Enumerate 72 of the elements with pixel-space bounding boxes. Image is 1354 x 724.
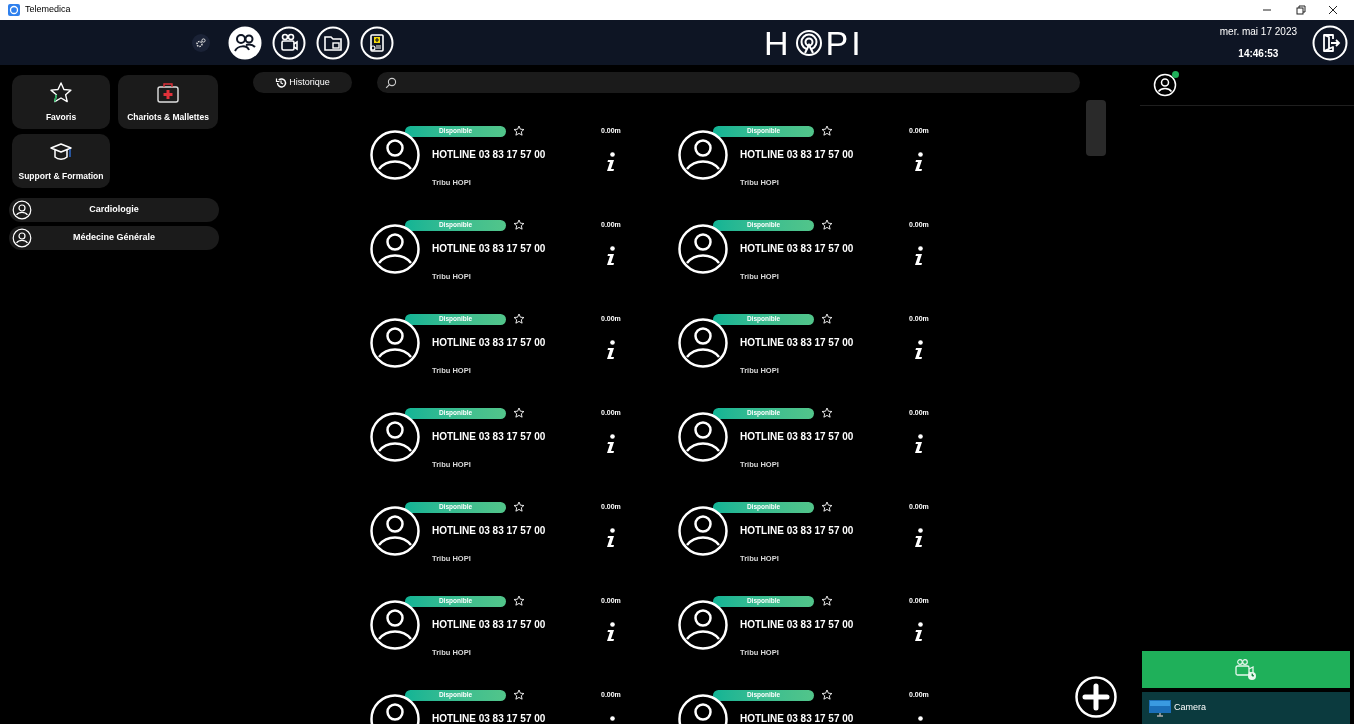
star-icon[interactable] bbox=[821, 689, 833, 701]
star-icon[interactable] bbox=[821, 125, 833, 137]
logout-icon[interactable] bbox=[1312, 24, 1348, 61]
star-icon[interactable] bbox=[821, 595, 833, 607]
restore-icon[interactable] bbox=[1296, 5, 1306, 15]
video-camera-icon[interactable] bbox=[272, 25, 306, 60]
star-icon[interactable] bbox=[821, 313, 833, 325]
sidebar-tile[interactable]: Support & Formation bbox=[12, 134, 110, 188]
star-icon[interactable] bbox=[513, 689, 525, 701]
contact-name: HOTLINE 03 83 17 57 00 bbox=[740, 243, 855, 255]
star-icon[interactable] bbox=[821, 219, 833, 231]
search-field[interactable] bbox=[377, 72, 1080, 93]
contact-name: HOTLINE 03 83 17 57 00 bbox=[432, 713, 547, 724]
user-icon bbox=[12, 200, 32, 220]
avatar-icon bbox=[678, 224, 728, 274]
user-icon bbox=[12, 228, 32, 248]
avatar-icon bbox=[678, 506, 728, 556]
avatar-icon bbox=[370, 224, 420, 274]
date-text: mer. mai 17 2023 bbox=[1219, 25, 1297, 39]
add-button[interactable] bbox=[1075, 676, 1117, 718]
avatar-icon bbox=[370, 318, 420, 368]
video-camera-icon bbox=[1234, 657, 1258, 682]
close-icon[interactable] bbox=[1328, 5, 1338, 15]
star-icon[interactable] bbox=[821, 501, 833, 513]
contact-name: HOTLINE 03 83 17 57 00 bbox=[740, 337, 855, 349]
avatar-icon bbox=[370, 130, 420, 180]
avatar-icon bbox=[678, 600, 728, 650]
group-item[interactable]: Cardiologie bbox=[9, 198, 219, 222]
star-icon[interactable] bbox=[513, 219, 525, 231]
plus-icon bbox=[1075, 676, 1117, 718]
app-icon bbox=[8, 4, 20, 16]
contact-name: HOTLINE 03 83 17 57 00 bbox=[432, 525, 547, 537]
hopi-logo: H PI bbox=[764, 25, 864, 60]
contact-name: HOTLINE 03 83 17 57 00 bbox=[432, 149, 547, 161]
avatar-icon bbox=[370, 600, 420, 650]
monitor-icon bbox=[1149, 699, 1171, 717]
folder-icon[interactable] bbox=[316, 25, 350, 60]
sidebar-tile[interactable]: Chariots & Mallettes bbox=[118, 75, 218, 129]
star-icon[interactable] bbox=[513, 407, 525, 419]
avatar-icon bbox=[370, 412, 420, 462]
device-item[interactable]: Camera bbox=[1142, 692, 1350, 724]
user-icon[interactable] bbox=[1153, 73, 1177, 97]
avatar-icon bbox=[678, 318, 728, 368]
star-icon[interactable] bbox=[513, 125, 525, 137]
window-title: Telemedica bbox=[25, 3, 71, 17]
search-icon bbox=[385, 76, 397, 89]
history-icon bbox=[275, 76, 288, 89]
group-item[interactable]: Médecine Générale bbox=[9, 226, 219, 250]
people-icon[interactable] bbox=[228, 25, 262, 60]
star-icon[interactable] bbox=[513, 501, 525, 513]
contact-name: HOTLINE 03 83 17 57 00 bbox=[432, 431, 547, 443]
contact-name: HOTLINE 03 83 17 57 00 bbox=[740, 149, 855, 161]
avatar-icon bbox=[370, 506, 420, 556]
avatar-icon bbox=[678, 130, 728, 180]
star-icon bbox=[49, 80, 73, 105]
avatar-icon bbox=[678, 412, 728, 462]
sidebar-tile[interactable]: Favoris bbox=[12, 75, 110, 129]
contact-name: HOTLINE 03 83 17 57 00 bbox=[432, 619, 547, 631]
clipboard-icon[interactable] bbox=[360, 25, 394, 60]
time-text: 14:46:53 bbox=[1238, 47, 1279, 61]
contact-name: HOTLINE 03 83 17 57 00 bbox=[740, 619, 855, 631]
contact-name: HOTLINE 03 83 17 57 00 bbox=[432, 337, 547, 349]
contact-name: HOTLINE 03 83 17 57 00 bbox=[432, 243, 547, 255]
star-icon[interactable] bbox=[513, 313, 525, 325]
star-icon[interactable] bbox=[821, 407, 833, 419]
contact-name: HOTLINE 03 83 17 57 00 bbox=[740, 431, 855, 443]
scrollbar-thumb[interactable] bbox=[1086, 100, 1106, 156]
contact-name: HOTLINE 03 83 17 57 00 bbox=[740, 713, 855, 724]
medical-case-icon bbox=[156, 80, 180, 105]
history-button[interactable]: Historique bbox=[253, 72, 352, 93]
contact-name: HOTLINE 03 83 17 57 00 bbox=[740, 525, 855, 537]
star-icon[interactable] bbox=[513, 595, 525, 607]
